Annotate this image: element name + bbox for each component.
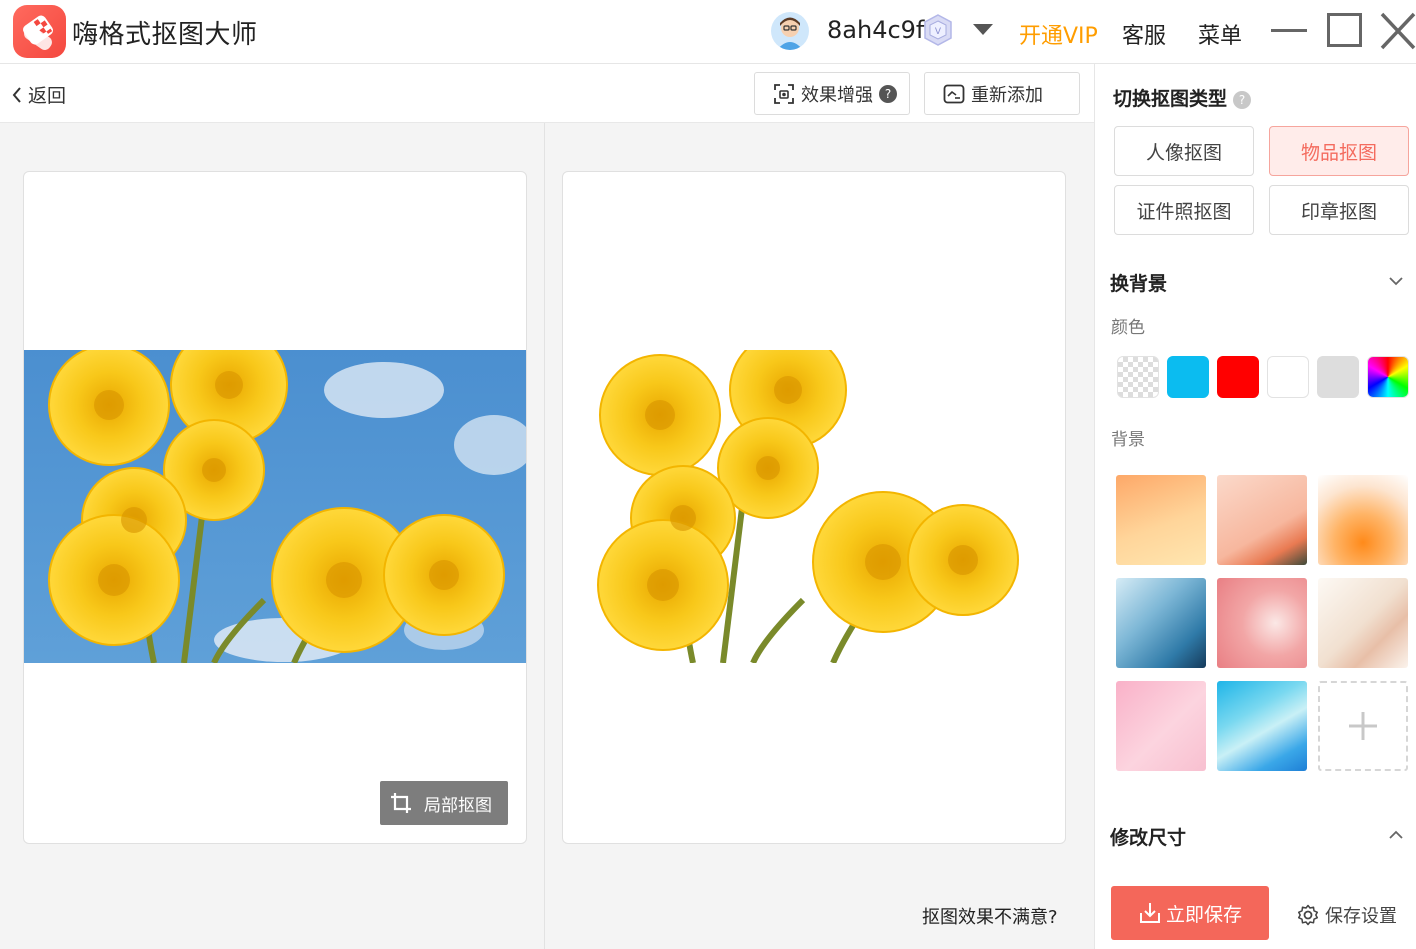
unsatisfied-link[interactable]: 抠图效果不满意? bbox=[922, 903, 1058, 929]
background-tile-1[interactable] bbox=[1116, 475, 1206, 565]
background-tile-7[interactable] bbox=[1116, 681, 1206, 771]
original-image-panel: 局部抠图 bbox=[23, 171, 527, 844]
plus-icon bbox=[1349, 712, 1377, 740]
cutout-type-title-text: 切换抠图类型 bbox=[1113, 88, 1228, 110]
user-dropdown-icon[interactable] bbox=[973, 24, 993, 35]
color-label: 颜色 bbox=[1111, 318, 1145, 338]
original-photo bbox=[24, 350, 526, 663]
image-add-icon bbox=[943, 84, 965, 103]
maximize-icon[interactable] bbox=[1327, 13, 1362, 47]
user-avatar[interactable] bbox=[771, 12, 809, 50]
background-tile-6[interactable] bbox=[1318, 578, 1408, 668]
background-section-title: 换背景 bbox=[1110, 273, 1168, 295]
cutout-result-panel bbox=[562, 171, 1066, 844]
chevron-up-icon[interactable] bbox=[1389, 828, 1403, 842]
background-label: 背景 bbox=[1111, 430, 1145, 450]
help-icon[interactable]: ? bbox=[1233, 90, 1252, 109]
type-portrait-button[interactable]: 人像抠图 bbox=[1114, 126, 1254, 176]
color-swatch-gray[interactable] bbox=[1317, 356, 1359, 398]
toolbar: 返回 效果增强 ? 重新添加 bbox=[0, 64, 1094, 123]
color-swatch-blue[interactable] bbox=[1167, 356, 1209, 398]
username[interactable]: 8ah4c9f bbox=[827, 16, 924, 44]
type-seal-button[interactable]: 印章抠图 bbox=[1269, 185, 1409, 235]
download-icon bbox=[1139, 903, 1160, 923]
background-tile-3[interactable] bbox=[1318, 475, 1408, 565]
open-vip-link[interactable]: 开通VIP bbox=[1019, 18, 1098, 50]
enhance-button[interactable]: 效果增强 ? bbox=[754, 72, 910, 115]
type-id-photo-button[interactable]: 证件照抠图 bbox=[1114, 185, 1254, 235]
partial-crop-label: 局部抠图 bbox=[424, 795, 492, 816]
cutout-photo bbox=[563, 350, 1065, 663]
partial-crop-button[interactable]: 局部抠图 bbox=[380, 781, 508, 825]
readd-label: 重新添加 bbox=[971, 84, 1043, 106]
color-swatch-white[interactable] bbox=[1267, 356, 1309, 398]
menu-link[interactable]: 菜单 bbox=[1198, 18, 1242, 50]
crop-icon bbox=[391, 793, 411, 813]
chevron-down-icon[interactable] bbox=[1389, 274, 1403, 288]
minimize-icon[interactable] bbox=[1271, 29, 1307, 32]
cutout-type-title: 切换抠图类型? bbox=[1113, 84, 1252, 111]
gear-icon bbox=[1297, 904, 1319, 926]
workspace: 局部抠图 抠图效果不满意? bbox=[0, 123, 1094, 949]
back-button[interactable]: 返回 bbox=[12, 81, 66, 108]
svg-text:V: V bbox=[935, 27, 942, 37]
app-title: 嗨格式抠图大师 bbox=[72, 20, 258, 50]
back-label: 返回 bbox=[28, 85, 67, 107]
readd-button[interactable]: 重新添加 bbox=[924, 72, 1080, 115]
customer-service-link[interactable]: 客服 bbox=[1122, 18, 1166, 50]
type-object-button[interactable]: 物品抠图 bbox=[1269, 126, 1409, 176]
enhance-icon bbox=[774, 83, 794, 104]
save-settings-button[interactable]: 保存设置 bbox=[1297, 902, 1397, 928]
color-swatch-transparent[interactable] bbox=[1117, 356, 1159, 398]
save-now-button[interactable]: 立即保存 bbox=[1111, 886, 1269, 940]
help-icon[interactable]: ? bbox=[879, 84, 897, 103]
background-tile-2[interactable] bbox=[1217, 475, 1307, 565]
background-tile-8[interactable] bbox=[1217, 681, 1307, 771]
color-swatch-red[interactable] bbox=[1217, 356, 1259, 398]
add-background-button[interactable] bbox=[1318, 681, 1408, 771]
app-logo-icon bbox=[13, 5, 66, 58]
vip-badge-icon: V bbox=[921, 13, 955, 47]
save-now-label: 立即保存 bbox=[1165, 903, 1242, 926]
settings-sidebar: 切换抠图类型? 人像抠图 物品抠图 证件照抠图 印章抠图 换背景 颜色 背景 修… bbox=[1094, 64, 1416, 949]
background-tile-4[interactable] bbox=[1116, 578, 1206, 668]
resize-section-title: 修改尺寸 bbox=[1110, 827, 1187, 849]
divider bbox=[544, 123, 545, 949]
chevron-left-icon bbox=[12, 86, 21, 103]
close-icon[interactable] bbox=[1380, 12, 1416, 50]
enhance-label: 效果增强 bbox=[801, 84, 873, 106]
background-tile-5[interactable] bbox=[1217, 578, 1307, 668]
save-settings-label: 保存设置 bbox=[1325, 906, 1397, 927]
title-bar: 嗨格式抠图大师 8ah4c9f V 开通VIP 客服 菜单 bbox=[0, 0, 1416, 64]
color-picker-rainbow[interactable] bbox=[1367, 356, 1409, 398]
